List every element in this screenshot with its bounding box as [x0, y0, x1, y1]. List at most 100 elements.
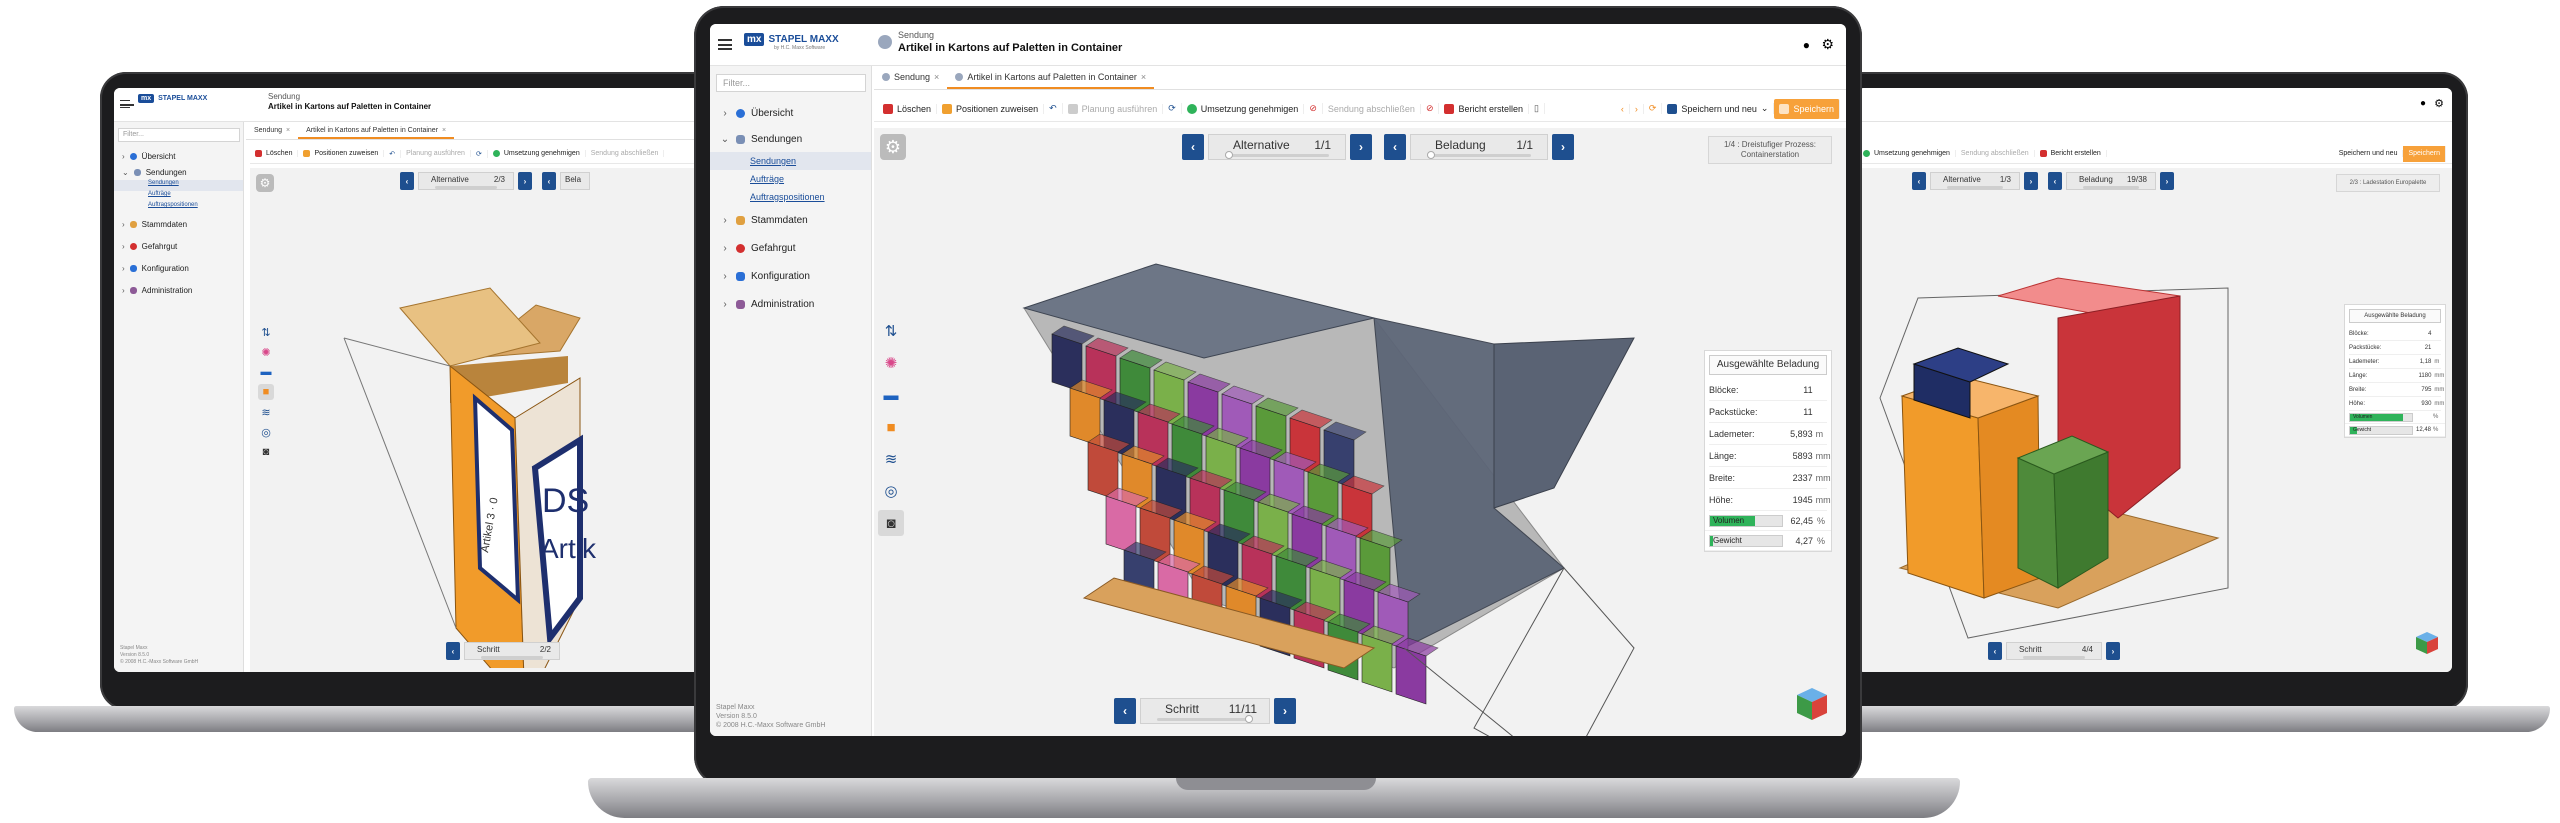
- center-nav-sub-sendungen[interactable]: Sendungen: [710, 152, 871, 170]
- center-document-icon-button[interactable]: ▯: [1529, 103, 1545, 114]
- step-slider-track[interactable]: [1157, 715, 1253, 723]
- left-step-prev-button[interactable]: ‹: [446, 642, 460, 660]
- close-icon[interactable]: ×: [1141, 72, 1146, 82]
- left-nav-uebersicht[interactable]: › Übersicht: [114, 148, 243, 164]
- left-run-planning-button[interactable]: Planung ausführen: [401, 150, 471, 157]
- right-save-new-button[interactable]: Speichern und neu: [2334, 150, 2404, 157]
- center-nav-konfiguration[interactable]: › Konfiguration: [710, 262, 871, 290]
- right-3d-viewport[interactable]: ‹ Alternative 1/3 › ‹ Beladung 19/38 › 2…: [1858, 168, 2452, 672]
- settings-icon[interactable]: ⚙: [1821, 36, 1834, 53]
- left-menu-icon[interactable]: [120, 100, 134, 108]
- center-step-prev-button[interactable]: ‹: [1114, 698, 1136, 724]
- right-save-button[interactable]: Speichern: [2403, 145, 2446, 162]
- center-back-button[interactable]: ↶: [1044, 103, 1063, 114]
- step-slider-track[interactable]: [481, 656, 543, 659]
- left-nav-administration[interactable]: › Administration: [114, 279, 243, 301]
- panel-row-value: 5,893: [1790, 428, 1813, 439]
- right-approve-button[interactable]: Umsetzung genehmigen: [1858, 150, 1956, 157]
- step-slider-knob[interactable]: [1245, 715, 1253, 723]
- close-icon[interactable]: ×: [934, 72, 939, 82]
- left-delete-button[interactable]: Löschen: [250, 150, 299, 157]
- left-close-shipment-button[interactable]: Sendung abschließen: [586, 150, 665, 157]
- weight-label: Gewicht: [2353, 426, 2372, 433]
- left-nav-sub-sendungen[interactable]: Sendungen: [114, 180, 243, 191]
- right-report-button[interactable]: Bericht erstellen: [2035, 150, 2107, 157]
- center-save-new-button[interactable]: Speichern und neu ⌄: [1662, 103, 1775, 114]
- left-nav-sub-auftraege[interactable]: Aufträge: [114, 191, 243, 202]
- center-nav-sub-auftraege[interactable]: Aufträge: [710, 170, 871, 188]
- right-step-prev-button[interactable]: ‹: [1988, 642, 2002, 660]
- center-run-planning-button[interactable]: Planung ausführen: [1063, 103, 1164, 114]
- step-slider-track[interactable]: [2023, 656, 2085, 659]
- right-step-next-button[interactable]: ›: [2106, 642, 2120, 660]
- center-nav-sendungen[interactable]: ⌄ Sendungen: [710, 126, 871, 152]
- left-nav-label: Konfiguration: [141, 263, 189, 273]
- right-close-shipment-button[interactable]: Sendung abschließen: [1956, 150, 2035, 157]
- settings-icon[interactable]: ⚙: [2434, 97, 2444, 110]
- center-step-next-button[interactable]: ›: [1274, 698, 1296, 724]
- left-back-button[interactable]: ↶: [384, 149, 402, 158]
- hazard-icon: [736, 243, 745, 253]
- left-nav-gefahrgut[interactable]: › Gefahrgut: [114, 235, 243, 257]
- center-nav-gefahrgut[interactable]: › Gefahrgut: [710, 234, 871, 262]
- center-save-button[interactable]: Speichern: [1774, 98, 1840, 119]
- left-tab-artikel[interactable]: Artikel in Kartons auf Paletten in Conta…: [298, 124, 455, 139]
- panel-row-unit: mm: [1815, 472, 1831, 483]
- center-approve-button[interactable]: Umsetzung genehmigen: [1182, 103, 1305, 114]
- save-icon: [1779, 103, 1790, 114]
- volume-unit: %: [2433, 414, 2439, 420]
- tab-label: Artikel in Kartons auf Paletten in Conta…: [967, 71, 1137, 82]
- left-nav-stammdaten[interactable]: › Stammdaten: [114, 213, 243, 235]
- panel-row: Breite: 2337 mm: [1709, 467, 1831, 489]
- volume-label: Volumen: [2353, 413, 2373, 420]
- left-3d-viewport[interactable]: ⚙ ‹ Alternative 2/3 › ‹ Bela ⇅ ✺ ▬ ■ ≋ ◎…: [250, 168, 704, 672]
- center-nav-uebersicht[interactable]: › Übersicht: [710, 100, 871, 126]
- version-line: Version 8.5.0: [716, 713, 757, 720]
- center-tab-sendung[interactable]: Sendung ×: [874, 66, 947, 89]
- version-line: © 2008 H.C.-Maxx Software GmbH: [120, 659, 199, 665]
- center-assign-positions-button[interactable]: Positionen zuweisen: [937, 103, 1045, 114]
- center-nav-stammdaten[interactable]: › Stammdaten: [710, 206, 871, 234]
- center-nav-sub-auftragspositionen[interactable]: Auftragspositionen: [710, 188, 871, 206]
- center-menu-icon[interactable]: [718, 39, 732, 50]
- left-nav-sendungen[interactable]: ⌄ Sendungen: [114, 164, 243, 180]
- close-icon[interactable]: ×: [286, 127, 290, 134]
- left-tab-sendung[interactable]: Sendung ×: [246, 124, 298, 139]
- center-prev-nav-button[interactable]: ‹: [1616, 103, 1630, 114]
- wire-line: [343, 337, 457, 629]
- left-filter-input[interactable]: Filter...: [118, 128, 240, 142]
- close-icon[interactable]: ×: [442, 127, 446, 134]
- left-nav-konfiguration[interactable]: › Konfiguration: [114, 257, 243, 279]
- right-laptop-base: [1810, 706, 2550, 732]
- globe-icon: [129, 152, 137, 160]
- center-tab-artikel[interactable]: Artikel in Kartons auf Paletten in Conta…: [947, 66, 1155, 89]
- left-refresh-button[interactable]: ⟳: [471, 149, 488, 158]
- center-refresh-button[interactable]: ⟳: [1163, 103, 1182, 114]
- panel-row-key: Breite:: [1709, 472, 1736, 483]
- left-nav-label: Gefahrgut: [141, 241, 178, 251]
- panel-row: Länge: 1180 mm: [2349, 369, 2444, 383]
- center-3d-viewport[interactable]: ⚙ ‹ Alternative 1/1 › ‹ Beladung 1/1 › 1…: [874, 128, 1846, 736]
- weight-unit: %: [1817, 535, 1826, 546]
- assign-icon: [942, 103, 953, 114]
- left-approve-button[interactable]: Umsetzung genehmigen: [488, 150, 586, 157]
- user-icon[interactable]: ●: [1803, 38, 1810, 52]
- user-icon[interactable]: ●: [2420, 98, 2426, 109]
- center-page-header: Sendung Artikel in Kartons auf Paletten …: [878, 30, 1122, 54]
- center-nav-label: Sendungen: [751, 133, 803, 145]
- view-cube-icon[interactable]: [2414, 630, 2440, 656]
- center-filter-input[interactable]: Filter...: [716, 74, 866, 92]
- center-sync-button[interactable]: ⟳: [1644, 103, 1663, 114]
- center-report-button[interactable]: Bericht erstellen: [1439, 103, 1530, 114]
- left-assign-positions-button[interactable]: Positionen zuweisen: [298, 150, 385, 157]
- version-line: Version 8.5.0: [120, 652, 150, 658]
- center-next-nav-button[interactable]: ›: [1630, 103, 1644, 114]
- center-cancel-icon-button[interactable]: ⊘: [1304, 103, 1323, 114]
- center-close-shipment-button[interactable]: Sendung abschließen: [1323, 103, 1421, 114]
- center-block-icon-button[interactable]: ⊘: [1421, 103, 1440, 114]
- button-label: Planung ausführen: [406, 150, 465, 157]
- view-cube-icon[interactable]: [1794, 686, 1830, 722]
- center-delete-button[interactable]: Löschen: [878, 103, 938, 114]
- center-nav-administration[interactable]: › Administration: [710, 290, 871, 318]
- left-nav-sub-auftragspositionen[interactable]: Auftragspositionen: [114, 202, 243, 213]
